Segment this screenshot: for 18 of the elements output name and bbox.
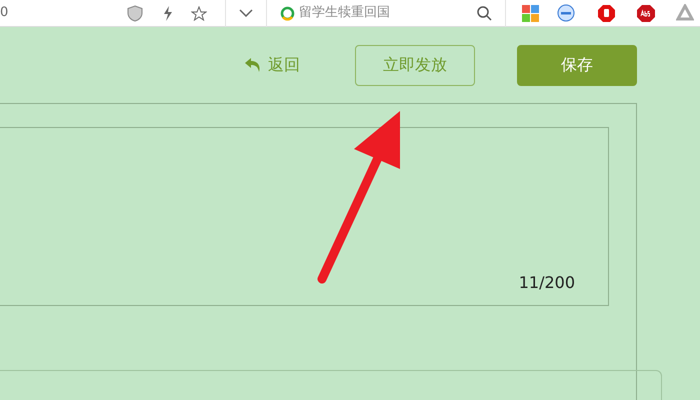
stop-hand-icon[interactable] bbox=[597, 4, 616, 22]
address-text: 0 bbox=[0, 4, 8, 22]
lightning-icon[interactable] bbox=[163, 6, 173, 20]
save-button[interactable]: 保存 bbox=[517, 44, 637, 86]
chevron-down-icon[interactable] bbox=[239, 9, 253, 17]
minus-circle-icon[interactable] bbox=[557, 4, 575, 22]
publish-button[interactable]: 立即发放 bbox=[355, 44, 475, 86]
shield-icon[interactable] bbox=[127, 4, 143, 22]
abs-icon[interactable] bbox=[636, 4, 656, 22]
star-icon[interactable] bbox=[191, 6, 207, 20]
search-engine-icon[interactable] bbox=[280, 6, 295, 20]
search-icon[interactable] bbox=[477, 6, 492, 20]
back-link[interactable]: 返回 bbox=[244, 53, 300, 77]
search-text[interactable]: 留学生犊重回国 bbox=[299, 3, 477, 23]
tiles-icon[interactable] bbox=[522, 4, 539, 22]
character-counter: 11/200 bbox=[518, 272, 575, 294]
back-arrow-icon bbox=[244, 57, 262, 73]
input-bar[interactable] bbox=[0, 370, 662, 400]
